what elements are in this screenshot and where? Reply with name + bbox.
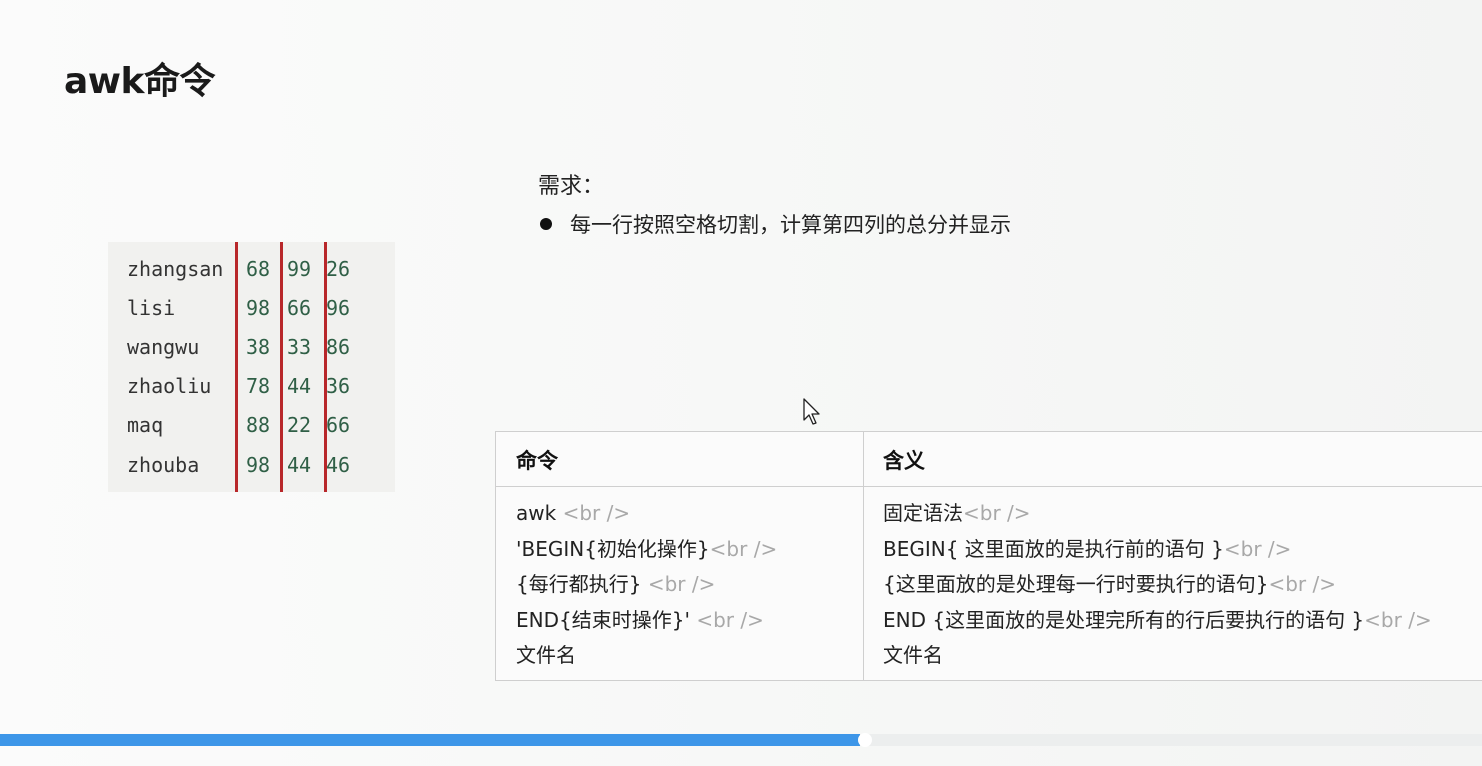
meaning-line: BEGIN{ 这里面放的是执行前的语句 }<br /> [883, 536, 1292, 561]
command-line: {每行都执行} <br /> [516, 572, 716, 596]
awk-syntax-table: 命令 含义 awk <br /> 'BEGIN{初始化操作}<br /> {每行… [495, 431, 1482, 681]
data-score-cell: 38 [246, 335, 271, 359]
data-name-cell: zhaoliu [127, 374, 212, 398]
data-score-cell: 36 [326, 374, 351, 398]
command-line: END{结束时操作}' <br /> [516, 607, 764, 632]
video-progress-bar[interactable] [0, 733, 1482, 747]
data-name-cell: zhangsan [127, 257, 224, 281]
video-progress-handle[interactable] [858, 733, 872, 747]
data-score-cell: 26 [326, 257, 351, 281]
data-score-cell: 99 [287, 257, 312, 281]
data-score-cell: 96 [326, 296, 351, 320]
data-name-cell: lisi [127, 296, 176, 320]
command-line: 'BEGIN{初始化操作}<br /> [516, 536, 778, 561]
meaning-line: 固定语法<br /> [883, 501, 1031, 525]
data-score-cell: 98 [246, 296, 271, 320]
column-divider-line [280, 242, 283, 492]
table-header-row: 命令 含义 [496, 432, 1482, 487]
data-score-cell: 46 [326, 453, 351, 477]
meaning-cell: 固定语法<br /> BEGIN{ 这里面放的是执行前的语句 }<br /> {… [883, 498, 1432, 676]
data-score-cell: 22 [287, 413, 312, 437]
command-line: 文件名 [516, 643, 576, 667]
data-score-cell: 44 [287, 374, 312, 398]
command-line: awk <br /> [516, 501, 631, 525]
data-score-cell: 86 [326, 335, 351, 359]
meaning-line: {这里面放的是处理每一行时要执行的语句}<br /> [883, 572, 1336, 596]
data-name-cell: maq [127, 413, 164, 437]
video-progress-fill [0, 734, 860, 746]
meaning-line: 文件名 [883, 643, 943, 667]
requirement-text: 每一行按照空格切割，计算第四列的总分并显示 [570, 213, 1011, 237]
requirement-bullet: 每一行按照空格切割，计算第四列的总分并显示 [538, 209, 1011, 239]
mouse-pointer-icon [803, 398, 821, 430]
data-score-cell: 98 [246, 453, 271, 477]
bullet-dot-icon [540, 218, 552, 230]
table-header-meaning: 含义 [883, 449, 925, 473]
data-name-cell: wangwu [127, 335, 200, 359]
column-divider-line [235, 242, 238, 492]
data-score-cell: 66 [287, 296, 312, 320]
table-column-divider [863, 432, 864, 681]
data-score-cell: 66 [326, 413, 351, 437]
command-cell: awk <br /> 'BEGIN{初始化操作}<br /> {每行都执行} <… [516, 498, 777, 676]
requirement-heading: 需求： [538, 174, 605, 199]
data-score-cell: 33 [287, 335, 312, 359]
data-score-cell: 68 [246, 257, 271, 281]
table-header-command: 命令 [516, 449, 558, 473]
data-score-cell: 44 [287, 453, 312, 477]
meaning-line: END {这里面放的是处理完所有的行后要执行的语句 }<br /> [883, 607, 1432, 632]
data-name-cell: zhouba [127, 453, 200, 477]
data-score-cell: 78 [246, 374, 271, 398]
column-divider-line [324, 242, 327, 492]
data-code-block: zhangsan 68 99 26 lisi 98 66 96 wangwu 3… [108, 242, 395, 492]
slide-title: awk命令 [64, 61, 216, 102]
data-score-cell: 88 [246, 413, 271, 437]
